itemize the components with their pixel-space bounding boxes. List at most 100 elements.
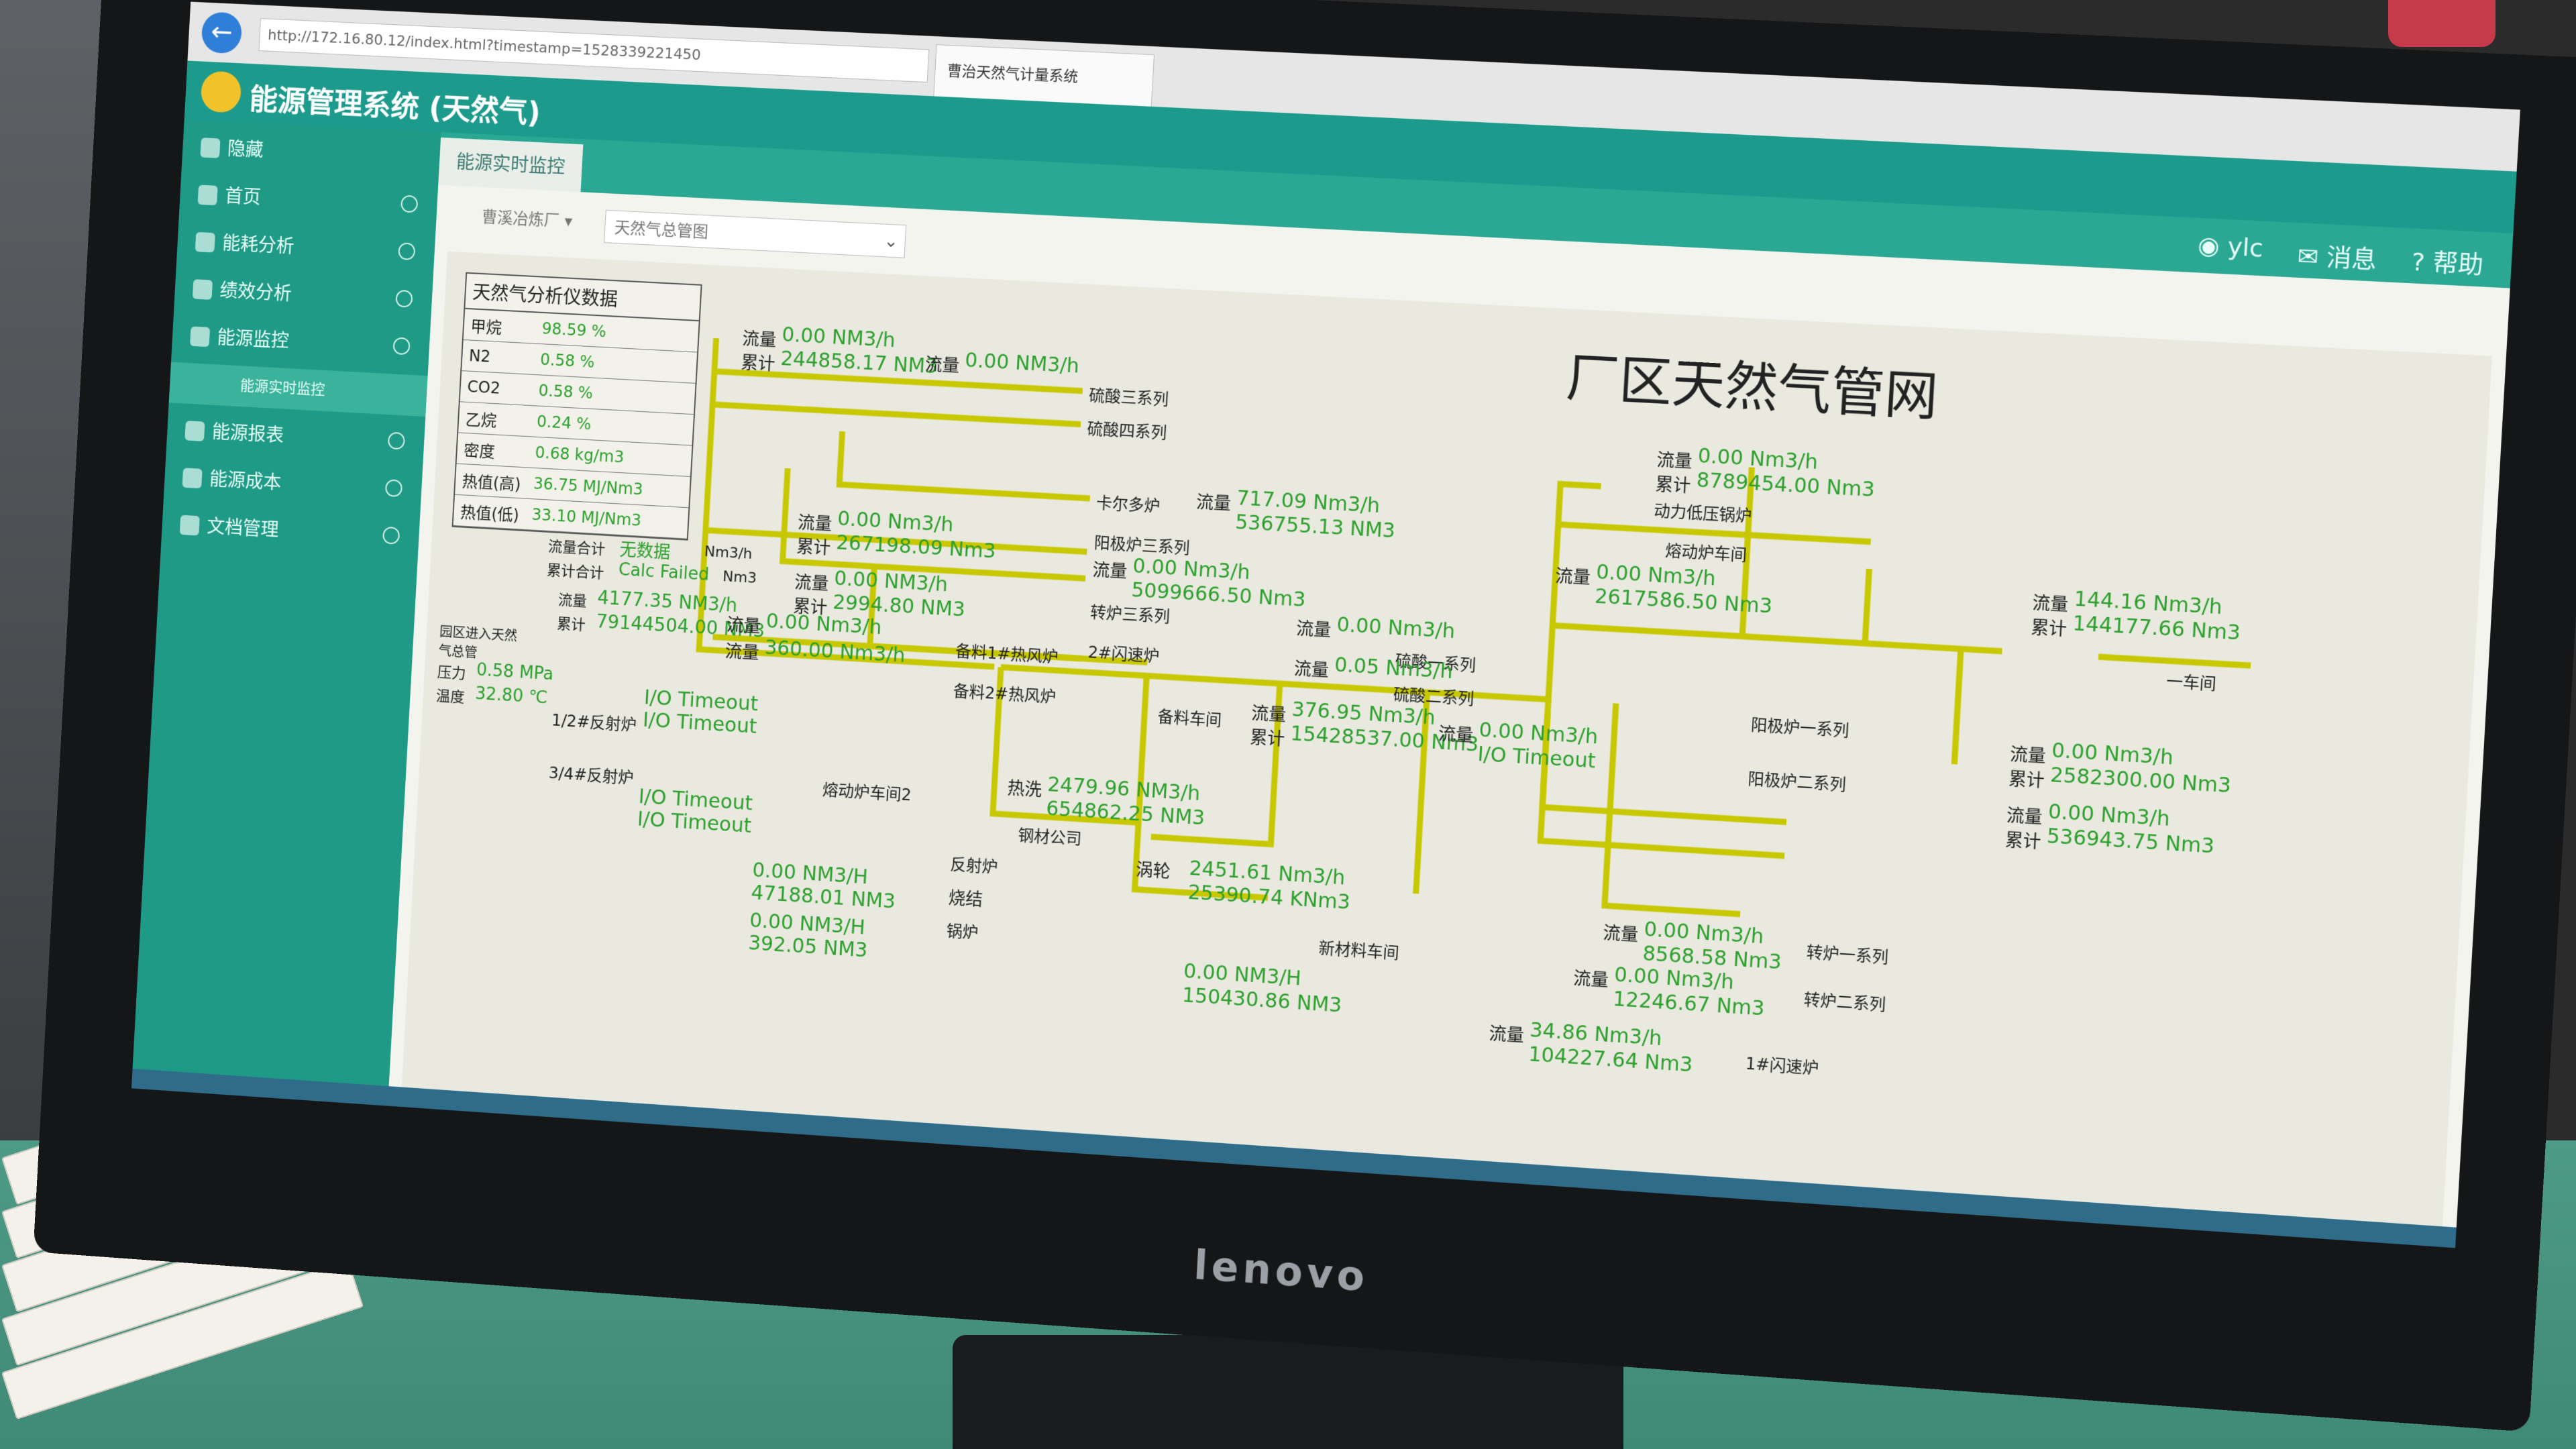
sidebar-item-cost[interactable]: 能源成本 xyxy=(164,456,423,511)
flow-sum-label: 流量合计 xyxy=(547,538,606,559)
total-label: 累计 xyxy=(796,537,831,559)
flow-label: 流量 xyxy=(741,329,777,351)
flow-label: 流量 xyxy=(1488,1024,1525,1046)
coin-icon xyxy=(182,468,203,489)
flow-label: 流量 xyxy=(1091,560,1128,582)
pipeline-label: 天然气总管图 xyxy=(614,218,709,242)
flow-label: 流量 xyxy=(1195,492,1232,515)
sidebar-item-label: 能源实时监控 xyxy=(239,377,326,399)
flow-sum-unit: Nm3/h xyxy=(704,543,753,563)
flow-label: 流量 xyxy=(1293,659,1330,682)
flow-label: 流量 xyxy=(1572,968,1609,991)
total-sum-unit: Nm3 xyxy=(722,568,757,587)
total-label: 累计 xyxy=(1249,727,1285,750)
app-title: 能源管理系统 (天然气) xyxy=(248,83,541,131)
sidebar-item-label: 能耗分析 xyxy=(221,231,295,258)
monitor-bezel: ← http://172.16.80.12/index.html?timesta… xyxy=(33,0,2576,1432)
branch-name: 钢材公司 xyxy=(1017,826,1083,849)
sidebar-item-label: 能源成本 xyxy=(209,468,282,494)
sidebar-item-label: 首页 xyxy=(224,184,262,209)
analyzer-key: CO2 xyxy=(466,377,501,398)
sidebar-item-label: 能源监控 xyxy=(216,326,290,352)
branch-name: 硫酸四系列 xyxy=(1086,419,1168,443)
total-label: 累计 xyxy=(2030,617,2068,640)
sidebar-item-hide[interactable]: 隐藏 xyxy=(182,126,441,180)
sidebar-item-home[interactable]: 首页 xyxy=(179,174,438,227)
total-label: 累计 xyxy=(740,352,776,375)
branch-name: 锅炉 xyxy=(946,921,979,943)
flow-label: 流量 xyxy=(724,641,760,664)
analyzer-key: 甲烷 xyxy=(470,317,502,337)
messages-link[interactable]: ✉ 消息 xyxy=(2296,237,2377,276)
pie-chart-icon xyxy=(195,231,215,253)
expand-icon xyxy=(398,242,416,261)
plant-label: 曹溪冶炼厂 xyxy=(481,207,560,230)
flow-label: 流量 xyxy=(1438,724,1474,747)
help-label: 帮助 xyxy=(2432,249,2484,280)
analyzer-value: 36.75 MJ/Nm3 xyxy=(533,474,644,499)
branch-name: 2#闪速炉 xyxy=(1087,643,1160,666)
analyzer-value: 0.68 kg/m3 xyxy=(534,443,625,467)
flow-sum-value: 无数据 xyxy=(619,539,672,563)
pressure-label: 压力 xyxy=(437,664,467,683)
branch-name: 卡尔多炉 xyxy=(1095,493,1161,516)
monitor-brand-logo: lenovo xyxy=(1192,1242,1370,1301)
messages-label: 消息 xyxy=(2325,244,2377,275)
analyzer-key: 密度 xyxy=(463,441,496,462)
sidebar-item-label: 绩效分析 xyxy=(219,279,292,305)
analyzer-value: 98.59 % xyxy=(541,319,607,341)
sidebar-item-consumption[interactable]: 能耗分析 xyxy=(176,221,435,274)
branch-name: 硫酸三系列 xyxy=(1088,386,1169,409)
inlet-flow-label: 流量 xyxy=(557,592,588,610)
monitor-screen: ← http://172.16.80.12/index.html?timesta… xyxy=(131,1,2520,1248)
home-icon xyxy=(197,184,218,206)
total-sum-label: 累计合计 xyxy=(546,562,604,582)
flow-label: 流量 xyxy=(797,513,833,535)
expand-icon xyxy=(400,195,419,213)
collapse-minus-icon xyxy=(392,337,411,356)
flow-label: 流量 xyxy=(1602,923,1639,946)
branch-name: 一车间 xyxy=(2165,672,2217,694)
inlet-total-label: 累计 xyxy=(556,615,586,635)
back-arrow-icon[interactable]: ← xyxy=(201,11,243,54)
help-link[interactable]: ? 帮助 xyxy=(2410,242,2484,281)
tab-realtime-monitor[interactable]: 能源实时监控 xyxy=(438,137,584,193)
heat-label: 热洗 xyxy=(1006,778,1042,801)
document-icon xyxy=(179,515,200,536)
expand-icon xyxy=(384,479,403,498)
flow-label: 流量 xyxy=(2031,593,2069,616)
expand-icon xyxy=(387,431,406,450)
pipeline-select[interactable]: 天然气总管图 ⌄ xyxy=(604,209,907,258)
sinter-label: 烧结 xyxy=(947,888,983,911)
vortex-label: 涡轮 xyxy=(1135,859,1171,883)
sidebar: 隐藏 首页 能耗分析 绩效分析 能源监控 能源实时监控 能源报表 能源成本 文档… xyxy=(131,119,441,1106)
flow-label: 流量 xyxy=(2009,744,2047,767)
sidebar-item-reports[interactable]: 能源报表 xyxy=(166,409,425,464)
total-label: 累计 xyxy=(1654,474,1692,497)
sidebar-item-monitor[interactable]: 能源监控 xyxy=(172,315,431,369)
bar-chart-icon xyxy=(192,279,213,300)
expand-icon xyxy=(395,289,413,308)
sidebar-item-performance[interactable]: 绩效分析 xyxy=(174,268,433,322)
flow-label: 流量 xyxy=(2006,805,2043,828)
total-label: 累计 xyxy=(2004,830,2042,853)
report-icon xyxy=(184,421,205,441)
analyzer-value: 33.10 MJ/Nm3 xyxy=(531,505,642,530)
analyzer-key: 热值(低) xyxy=(460,502,520,525)
branch-name: 转炉三系列 xyxy=(1089,602,1171,627)
branch-name: 备料车间 xyxy=(1157,707,1222,730)
flame-logo-icon xyxy=(200,70,242,113)
flow-label: 流量 xyxy=(1554,566,1591,589)
inlet-label: 园区进入天然气总管 xyxy=(438,623,518,661)
flow-label: 流量 xyxy=(1250,703,1287,726)
user-link[interactable]: ◉ ylc xyxy=(2197,231,2264,270)
chevron-down-icon: ⌄ xyxy=(883,231,899,252)
analyzer-value: 0.58 % xyxy=(537,381,594,403)
flow-label: 流量 xyxy=(726,614,761,637)
analyzer-value: 0.58 % xyxy=(539,350,596,372)
analyzer-key: 乙烷 xyxy=(465,410,497,431)
sidebar-item-realtime[interactable]: 能源实时监控 xyxy=(168,362,428,417)
flow-label: 流量 xyxy=(1295,619,1332,641)
sidebar-item-documents[interactable]: 文档管理 xyxy=(161,504,420,559)
plant-selector[interactable]: 曹溪冶炼厂 ▾ xyxy=(481,204,573,231)
